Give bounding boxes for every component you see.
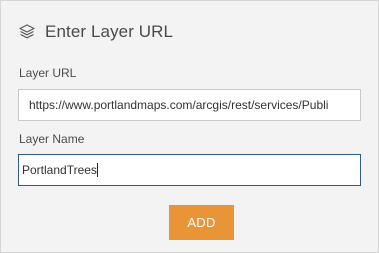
panel-header: Enter Layer URL [18,21,173,43]
layer-name-input[interactable]: PortlandTrees [18,154,361,186]
text-caret [96,163,98,177]
panel-title: Enter Layer URL [45,22,174,41]
layer-url-input[interactable]: https://www.portlandmaps.com/arcgis/rest… [18,89,361,121]
layer-url-value: https://www.portlandmaps.com/arcgis/rest… [29,98,329,112]
layer-name-value: PortlandTrees [22,163,97,177]
layer-url-label: Layer URL [19,66,77,80]
layer-name-label: Layer Name [19,132,85,146]
layers-icon [18,23,36,41]
add-button[interactable]: ADD [169,205,234,240]
enter-layer-url-panel: Enter Layer URL Layer URL https://www.po… [0,0,379,253]
